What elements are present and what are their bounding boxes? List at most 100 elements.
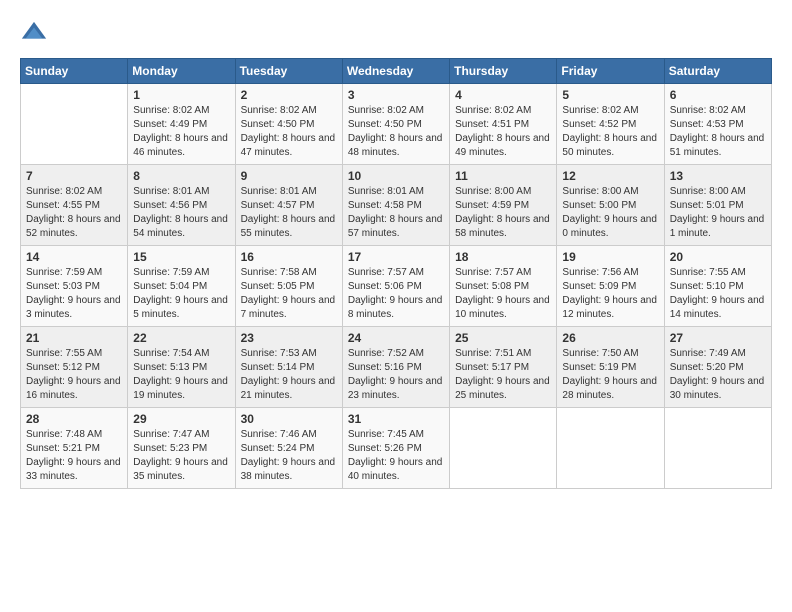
calendar-cell (557, 408, 664, 489)
calendar-cell: 29 Sunrise: 7:47 AM Sunset: 5:23 PM Dayli… (128, 408, 235, 489)
day-number: 1 (133, 88, 229, 102)
calendar-week-row: 28 Sunrise: 7:48 AM Sunset: 5:21 PM Dayli… (21, 408, 772, 489)
day-number: 22 (133, 331, 229, 345)
day-number: 15 (133, 250, 229, 264)
day-number: 7 (26, 169, 122, 183)
weekday-header: Wednesday (342, 59, 449, 84)
calendar-cell: 7 Sunrise: 8:02 AM Sunset: 4:55 PM Daylig… (21, 165, 128, 246)
calendar-cell: 24 Sunrise: 7:52 AM Sunset: 5:16 PM Dayli… (342, 327, 449, 408)
day-number: 8 (133, 169, 229, 183)
day-info: Sunrise: 8:00 AM Sunset: 5:01 PM Dayligh… (670, 185, 766, 241)
day-info: Sunrise: 7:54 AM Sunset: 5:13 PM Dayligh… (133, 347, 229, 403)
weekday-header: Saturday (664, 59, 771, 84)
calendar-table: SundayMondayTuesdayWednesdayThursdayFrid… (20, 58, 772, 489)
day-number: 28 (26, 412, 122, 426)
calendar-cell: 21Sunrise: 7:55 AM Sunset: 5:12 PM Dayli… (21, 327, 128, 408)
header-row: SundayMondayTuesdayWednesdayThursdayFrid… (21, 59, 772, 84)
day-number: 9 (241, 169, 337, 183)
day-info: Sunrise: 7:59 AM Sunset: 5:03 PM Dayligh… (26, 266, 122, 322)
day-info: Sunrise: 7:50 AM Sunset: 5:19 PM Dayligh… (562, 347, 658, 403)
day-info: Sunrise: 7:46 AM Sunset: 5:24 PM Dayligh… (241, 428, 337, 484)
day-info: Sunrise: 7:55 AM Sunset: 5:10 PM Dayligh… (670, 266, 766, 322)
day-info: Sunrise: 8:01 AM Sunset: 4:57 PM Dayligh… (241, 185, 337, 241)
calendar-cell: 1 Sunrise: 8:02 AM Sunset: 4:49 PM Daylig… (128, 84, 235, 165)
calendar-cell (450, 408, 557, 489)
day-number: 10 (348, 169, 444, 183)
day-info: Sunrise: 8:02 AM Sunset: 4:52 PM Dayligh… (562, 104, 658, 160)
calendar-week-row: 14 Sunrise: 7:59 AM Sunset: 5:03 PM Dayli… (21, 246, 772, 327)
day-info: Sunrise: 7:52 AM Sunset: 5:16 PM Dayligh… (348, 347, 444, 403)
day-info: Sunrise: 8:02 AM Sunset: 4:51 PM Dayligh… (455, 104, 551, 160)
calendar-week-row: 21Sunrise: 7:55 AM Sunset: 5:12 PM Dayli… (21, 327, 772, 408)
day-info: Sunrise: 8:01 AM Sunset: 4:58 PM Dayligh… (348, 185, 444, 241)
day-number: 23 (241, 331, 337, 345)
day-number: 3 (348, 88, 444, 102)
calendar-cell: 30 Sunrise: 7:46 AM Sunset: 5:24 PM Dayli… (235, 408, 342, 489)
day-number: 27 (670, 331, 766, 345)
day-number: 29 (133, 412, 229, 426)
day-number: 11 (455, 169, 551, 183)
day-info: Sunrise: 7:56 AM Sunset: 5:09 PM Dayligh… (562, 266, 658, 322)
weekday-header: Thursday (450, 59, 557, 84)
calendar-cell: 27 Sunrise: 7:49 AM Sunset: 5:20 PM Dayli… (664, 327, 771, 408)
calendar-cell: 11Sunrise: 8:00 AM Sunset: 4:59 PM Dayli… (450, 165, 557, 246)
calendar-cell: 4 Sunrise: 8:02 AM Sunset: 4:51 PM Daylig… (450, 84, 557, 165)
day-number: 6 (670, 88, 766, 102)
day-info: Sunrise: 8:02 AM Sunset: 4:55 PM Dayligh… (26, 185, 122, 241)
day-number: 4 (455, 88, 551, 102)
page: SundayMondayTuesdayWednesdayThursdayFrid… (0, 0, 792, 612)
day-number: 16 (241, 250, 337, 264)
calendar-cell: 9 Sunrise: 8:01 AM Sunset: 4:57 PM Daylig… (235, 165, 342, 246)
day-info: Sunrise: 7:53 AM Sunset: 5:14 PM Dayligh… (241, 347, 337, 403)
day-info: Sunrise: 7:57 AM Sunset: 5:08 PM Dayligh… (455, 266, 551, 322)
calendar-body: 1 Sunrise: 8:02 AM Sunset: 4:49 PM Daylig… (21, 84, 772, 489)
logo-icon (20, 20, 48, 48)
calendar-cell: 10 Sunrise: 8:01 AM Sunset: 4:58 PM Dayli… (342, 165, 449, 246)
calendar-cell: 14 Sunrise: 7:59 AM Sunset: 5:03 PM Dayli… (21, 246, 128, 327)
calendar-cell (21, 84, 128, 165)
calendar-cell: 12Sunrise: 8:00 AM Sunset: 5:00 PM Dayli… (557, 165, 664, 246)
calendar-cell: 6 Sunrise: 8:02 AM Sunset: 4:53 PM Daylig… (664, 84, 771, 165)
day-number: 26 (562, 331, 658, 345)
weekday-header: Friday (557, 59, 664, 84)
day-number: 5 (562, 88, 658, 102)
calendar-cell: 31 Sunrise: 7:45 AM Sunset: 5:26 PM Dayli… (342, 408, 449, 489)
day-info: Sunrise: 7:49 AM Sunset: 5:20 PM Dayligh… (670, 347, 766, 403)
calendar-cell: 8Sunrise: 8:01 AM Sunset: 4:56 PM Daylig… (128, 165, 235, 246)
day-number: 19 (562, 250, 658, 264)
day-info: Sunrise: 7:59 AM Sunset: 5:04 PM Dayligh… (133, 266, 229, 322)
day-info: Sunrise: 8:02 AM Sunset: 4:50 PM Dayligh… (241, 104, 337, 160)
day-number: 24 (348, 331, 444, 345)
weekday-header: Tuesday (235, 59, 342, 84)
calendar-cell: 20 Sunrise: 7:55 AM Sunset: 5:10 PM Dayli… (664, 246, 771, 327)
day-number: 14 (26, 250, 122, 264)
calendar-header: SundayMondayTuesdayWednesdayThursdayFrid… (21, 59, 772, 84)
day-info: Sunrise: 8:02 AM Sunset: 4:53 PM Dayligh… (670, 104, 766, 160)
calendar-cell: 5 Sunrise: 8:02 AM Sunset: 4:52 PM Daylig… (557, 84, 664, 165)
calendar-cell: 19 Sunrise: 7:56 AM Sunset: 5:09 PM Dayli… (557, 246, 664, 327)
day-info: Sunrise: 7:57 AM Sunset: 5:06 PM Dayligh… (348, 266, 444, 322)
calendar-week-row: 1 Sunrise: 8:02 AM Sunset: 4:49 PM Daylig… (21, 84, 772, 165)
day-info: Sunrise: 7:48 AM Sunset: 5:21 PM Dayligh… (26, 428, 122, 484)
calendar-cell: 17 Sunrise: 7:57 AM Sunset: 5:06 PM Dayli… (342, 246, 449, 327)
day-number: 17 (348, 250, 444, 264)
calendar-cell: 25Sunrise: 7:51 AM Sunset: 5:17 PM Dayli… (450, 327, 557, 408)
day-info: Sunrise: 7:58 AM Sunset: 5:05 PM Dayligh… (241, 266, 337, 322)
weekday-header: Sunday (21, 59, 128, 84)
day-info: Sunrise: 8:02 AM Sunset: 4:50 PM Dayligh… (348, 104, 444, 160)
day-number: 30 (241, 412, 337, 426)
calendar-cell: 23 Sunrise: 7:53 AM Sunset: 5:14 PM Dayli… (235, 327, 342, 408)
day-info: Sunrise: 7:45 AM Sunset: 5:26 PM Dayligh… (348, 428, 444, 484)
day-number: 2 (241, 88, 337, 102)
day-info: Sunrise: 8:02 AM Sunset: 4:49 PM Dayligh… (133, 104, 229, 160)
calendar-cell: 15 Sunrise: 7:59 AM Sunset: 5:04 PM Dayli… (128, 246, 235, 327)
day-number: 31 (348, 412, 444, 426)
day-info: Sunrise: 7:47 AM Sunset: 5:23 PM Dayligh… (133, 428, 229, 484)
calendar-cell: 22 Sunrise: 7:54 AM Sunset: 5:13 PM Dayli… (128, 327, 235, 408)
header (20, 20, 772, 48)
calendar-cell: 2 Sunrise: 8:02 AM Sunset: 4:50 PM Daylig… (235, 84, 342, 165)
day-number: 25 (455, 331, 551, 345)
day-info: Sunrise: 8:00 AM Sunset: 5:00 PM Dayligh… (562, 185, 658, 241)
day-number: 20 (670, 250, 766, 264)
calendar-week-row: 7 Sunrise: 8:02 AM Sunset: 4:55 PM Daylig… (21, 165, 772, 246)
